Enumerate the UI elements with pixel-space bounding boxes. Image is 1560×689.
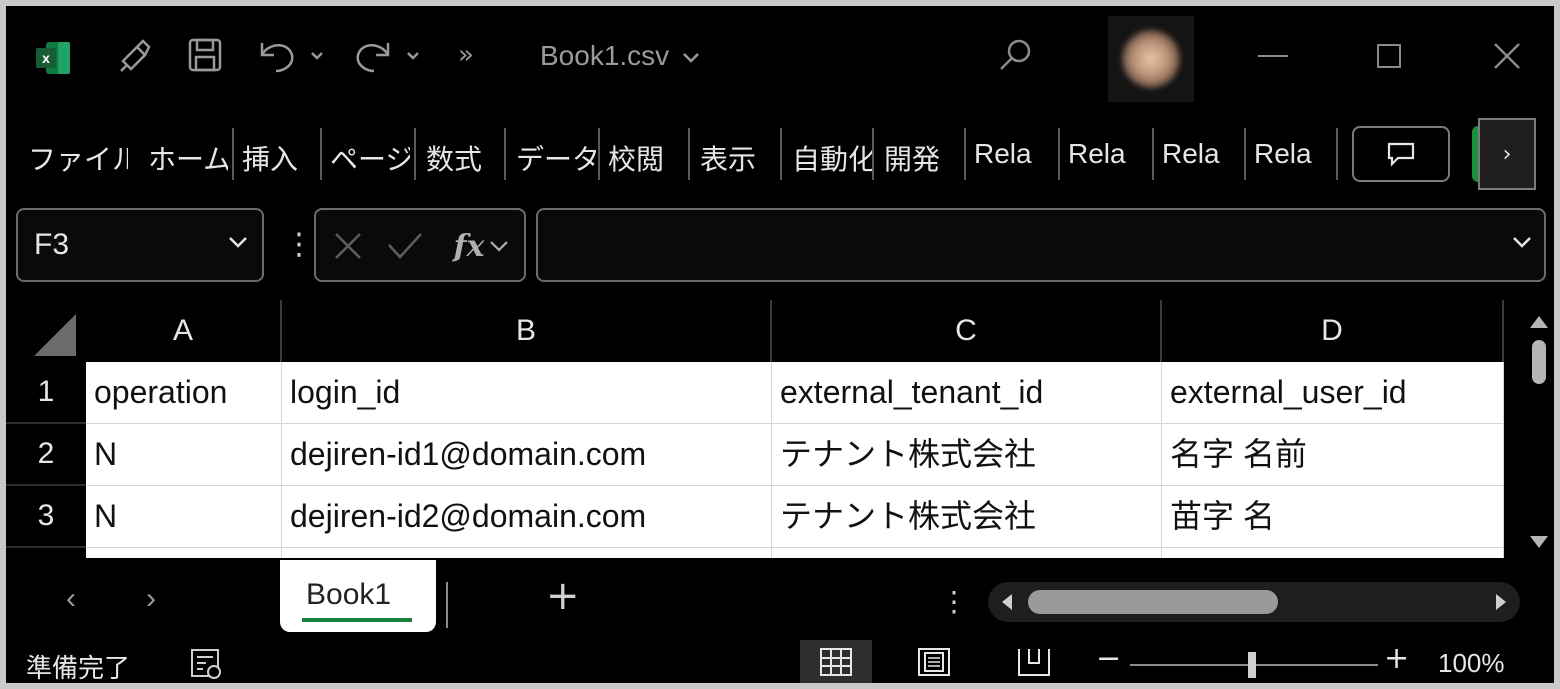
worksheet-grid: A B C D 1 2 3 operation login_id externa…: [6, 300, 1522, 558]
normal-view-icon[interactable]: [800, 640, 872, 683]
column-header-c[interactable]: C: [772, 300, 1162, 362]
redo-icon[interactable]: [348, 30, 428, 80]
more-commands-icon[interactable]: »: [446, 30, 486, 80]
row-header-partial[interactable]: [6, 548, 86, 558]
cell-b4[interactable]: [282, 548, 772, 558]
add-sheet-button[interactable]: +: [546, 576, 580, 616]
select-all-button[interactable]: [6, 300, 86, 362]
fx-icon: fx: [453, 228, 485, 264]
vertical-scrollbar[interactable]: [1524, 300, 1554, 558]
tab-rela-3[interactable]: Rela: [1162, 138, 1242, 178]
chevron-down-icon[interactable]: [226, 234, 250, 250]
excel-window: x » Book1.csv ファイル ホーム 挿入 ページ 数式 データ 校閲 …: [6, 6, 1554, 683]
cell-c3[interactable]: テナント株式会社: [772, 486, 1162, 548]
tab-developer[interactable]: 開発: [884, 138, 956, 178]
active-sheet-indicator: [302, 618, 412, 622]
expand-formula-bar-icon[interactable]: [1510, 234, 1534, 250]
scroll-left-icon[interactable]: [998, 592, 1018, 612]
save-icon[interactable]: [180, 30, 230, 80]
document-title[interactable]: Book1.csv: [540, 40, 701, 72]
tab-file[interactable]: ファイル: [28, 138, 128, 178]
next-sheet-button[interactable]: ›: [146, 582, 156, 616]
zoom-out-button[interactable]: −: [1096, 644, 1121, 674]
cell-c4[interactable]: [772, 548, 1162, 558]
zoom-slider-thumb[interactable]: [1248, 652, 1256, 678]
sheet-tab-book1[interactable]: Book1: [280, 560, 436, 632]
cell-c1[interactable]: external_tenant_id: [772, 362, 1162, 424]
tab-area-resize-handle[interactable]: ⋮: [940, 588, 968, 616]
ribbon-more-button[interactable]: ›: [1478, 118, 1536, 190]
cancel-icon[interactable]: [326, 224, 370, 268]
page-break-view-icon[interactable]: [998, 640, 1070, 683]
tab-view[interactable]: 表示: [700, 138, 772, 178]
row-header-3[interactable]: 3: [6, 486, 86, 548]
formula-controls: fx: [314, 208, 526, 282]
title-chevron-down-icon: [683, 52, 699, 63]
cell-d1[interactable]: external_user_id: [1162, 362, 1504, 424]
tab-formulas[interactable]: 数式: [426, 138, 496, 178]
comments-button[interactable]: [1352, 126, 1450, 182]
cell-c2[interactable]: テナント株式会社: [772, 424, 1162, 486]
vertical-scroll-thumb: [1532, 340, 1546, 384]
cell-a1[interactable]: operation: [86, 362, 282, 424]
search-icon[interactable]: [990, 30, 1040, 80]
minimize-icon[interactable]: [1248, 36, 1298, 76]
previous-sheet-button[interactable]: ‹: [66, 582, 76, 616]
maximize-icon[interactable]: [1364, 36, 1414, 76]
cell-b3[interactable]: dejiren-id2@domain.com: [282, 486, 772, 548]
tab-home[interactable]: ホーム: [148, 138, 228, 178]
cell-d2[interactable]: 名字 名前: [1162, 424, 1504, 486]
ribbon-tabs: ファイル ホーム 挿入 ページ 数式 データ 校閲 表示 自動化 開発 Rela…: [6, 114, 1554, 192]
format-painter-icon[interactable]: [110, 30, 160, 80]
cell-b2[interactable]: dejiren-id1@domain.com: [282, 424, 772, 486]
name-box[interactable]: F3: [16, 208, 264, 282]
zoom-level[interactable]: 100%: [1438, 648, 1505, 679]
sheet-tab-bar: ‹ › Book1 + ⋮: [6, 560, 1554, 640]
excel-logo: x: [36, 42, 70, 74]
scroll-up-icon: [1530, 316, 1548, 328]
svg-text:x: x: [42, 50, 50, 66]
cell-b1[interactable]: login_id: [282, 362, 772, 424]
formula-bar-resize-handle[interactable]: ⋮: [284, 230, 314, 260]
tab-review[interactable]: 校閲: [608, 138, 680, 178]
tab-insert[interactable]: 挿入: [242, 138, 314, 178]
formula-input[interactable]: [536, 208, 1546, 282]
cell-d3[interactable]: 苗字 名: [1162, 486, 1504, 548]
undo-icon[interactable]: [252, 30, 332, 80]
horizontal-scrollbar[interactable]: [988, 582, 1520, 622]
scroll-right-icon[interactable]: [1490, 592, 1510, 612]
accessibility-icon[interactable]: [190, 648, 224, 680]
title-bar: x » Book1.csv: [6, 6, 1554, 106]
row-header-2[interactable]: 2: [6, 424, 86, 486]
sheet-tab-label: Book1: [306, 578, 392, 611]
cell-a3[interactable]: N: [86, 486, 282, 548]
scroll-down-icon: [1530, 536, 1548, 548]
cell-d4[interactable]: [1162, 548, 1504, 558]
comment-icon: [1387, 142, 1415, 167]
cell-a4[interactable]: [86, 548, 282, 558]
tab-rela-1[interactable]: Rela: [974, 138, 1054, 178]
column-header-a[interactable]: A: [86, 300, 282, 362]
tab-page-layout[interactable]: ページ: [330, 138, 410, 178]
tab-automate[interactable]: 自動化: [792, 138, 872, 178]
insert-function-button[interactable]: fx: [442, 224, 522, 268]
tab-rela-2[interactable]: Rela: [1068, 138, 1148, 178]
tab-divider: [446, 582, 448, 628]
name-box-value: F3: [34, 228, 70, 261]
tab-rela-4[interactable]: Rela: [1254, 138, 1334, 178]
tab-data[interactable]: データ: [516, 138, 596, 178]
column-header-d[interactable]: D: [1162, 300, 1504, 362]
page-layout-view-icon[interactable]: [898, 640, 970, 683]
avatar[interactable]: [1108, 16, 1194, 102]
status-text: 準備完了: [26, 654, 131, 683]
column-header-b[interactable]: B: [282, 300, 772, 362]
fx-chevron-down-icon: [490, 241, 509, 252]
zoom-in-button[interactable]: +: [1384, 644, 1409, 674]
horizontal-scroll-thumb[interactable]: [1028, 590, 1278, 614]
enter-check-icon[interactable]: [380, 224, 430, 268]
row-header-1[interactable]: 1: [6, 362, 86, 424]
status-bar: 準備完了 − + 100%: [6, 640, 1554, 683]
close-icon[interactable]: [1482, 36, 1532, 76]
cell-a2[interactable]: N: [86, 424, 282, 486]
